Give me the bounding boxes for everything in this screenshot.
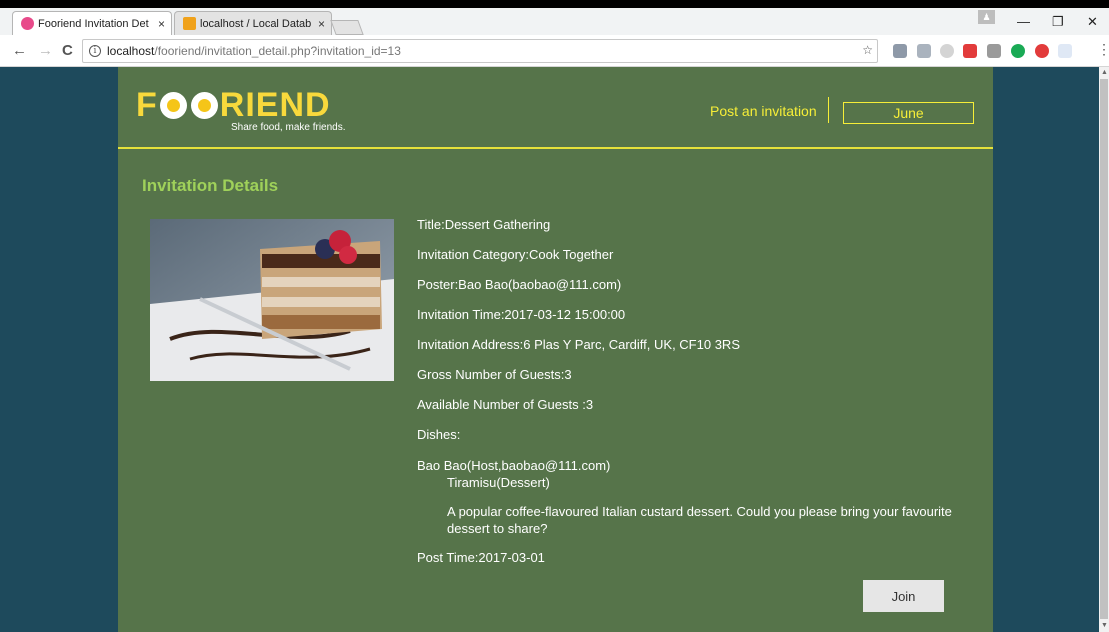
scroll-down-icon[interactable]: ▼	[1101, 622, 1108, 629]
restore-button[interactable]: ❐	[1052, 14, 1064, 30]
nav-divider	[828, 97, 829, 123]
extension-icon[interactable]	[1058, 44, 1072, 58]
info-icon[interactable]: i	[89, 45, 101, 57]
logo-text-left: F	[136, 86, 158, 124]
grammarly-extension-icon[interactable]	[1011, 44, 1025, 58]
profile-icon[interactable]: ♟	[978, 10, 995, 24]
dish-name: Tiramisu(Dessert)	[447, 475, 550, 490]
page-container: F RIEND Share food, make friends. Post a…	[118, 67, 993, 632]
reload-button[interactable]: C	[62, 42, 73, 59]
logo-tagline: Share food, make friends.	[231, 122, 346, 133]
back-button[interactable]: ←	[12, 42, 27, 59]
logo-text-right: RIEND	[219, 86, 331, 124]
tab-fooriend[interactable]: Fooriend Invitation Det ×	[12, 11, 172, 35]
dessert-image	[150, 219, 394, 381]
invitation-title: Title:Dessert Gathering	[417, 217, 551, 232]
scrollbar-thumb[interactable]	[1100, 79, 1108, 619]
phpmyadmin-favicon-icon	[183, 17, 196, 30]
invitation-category: Invitation Category:Cook Together	[417, 247, 614, 262]
close-window-button[interactable]: ✕	[1087, 14, 1098, 30]
close-tab-icon[interactable]: ×	[318, 17, 325, 31]
invitation-poster: Poster:Bao Bao(baobao@111.com)	[417, 277, 622, 292]
url-path: /fooriend/invitation_detail.php?invitati…	[154, 44, 401, 58]
header-divider	[118, 147, 993, 149]
gross-guests: Gross Number of Guests:3	[417, 367, 572, 382]
close-tab-icon[interactable]: ×	[158, 17, 165, 31]
window-top-strip	[0, 0, 1109, 8]
url-bar[interactable]: i localhost/fooriend/invitation_detail.p…	[82, 39, 878, 63]
pinterest-extension-icon[interactable]	[1035, 44, 1049, 58]
tab-bar: Fooriend Invitation Det × localhost / Lo…	[0, 8, 1109, 35]
post-time: Post Time:2017-03-01	[417, 550, 545, 565]
invitation-time: Invitation Time:2017-03-12 15:00:00	[417, 307, 626, 322]
page-scrollbar[interactable]: ▲ ▼	[1099, 67, 1109, 632]
scroll-up-icon[interactable]: ▲	[1101, 69, 1108, 76]
minimize-button[interactable]: —	[1017, 14, 1030, 29]
tab-title: Fooriend Invitation Det	[38, 17, 149, 30]
translate-extension-icon[interactable]	[893, 44, 907, 58]
url-host: localhost	[107, 44, 155, 58]
page-title: Invitation Details	[142, 176, 279, 195]
join-button[interactable]: Join	[863, 580, 944, 612]
available-guests: Available Number of Guests :3	[417, 397, 594, 412]
extension-icon[interactable]	[987, 44, 1001, 58]
extension-icon[interactable]	[917, 44, 931, 58]
bookmark-star-icon[interactable]: ☆	[862, 43, 873, 57]
fooriend-favicon-icon	[21, 17, 34, 30]
dish-description: A popular coffee-flavoured Italian custa…	[447, 504, 952, 536]
extension-icon[interactable]	[940, 44, 954, 58]
post-invitation-link[interactable]: Post an invitation	[710, 103, 817, 119]
dish-host: Bao Bao(Host,baobao@111.com)	[417, 458, 611, 473]
dish-photo	[150, 219, 394, 381]
tab-phpmyadmin[interactable]: localhost / Local Datab ×	[174, 11, 332, 35]
browser-menu-icon[interactable]: ⋮	[1097, 41, 1109, 58]
fooriend-logo[interactable]: F RIEND Share food, make friends.	[136, 88, 346, 133]
invitation-address: Invitation Address:6 Plas Y Parc, Cardif…	[417, 337, 740, 352]
forward-button[interactable]: →	[38, 42, 53, 59]
egg-icon	[190, 91, 218, 119]
new-tab-button[interactable]	[330, 20, 364, 35]
extension-icon[interactable]	[963, 44, 977, 58]
egg-icon	[159, 91, 187, 119]
user-menu-button[interactable]: June	[843, 102, 974, 124]
address-bar-row: ← → C i localhost/fooriend/invitation_de…	[0, 35, 1109, 67]
tab-title: localhost / Local Datab	[200, 17, 312, 30]
dishes-label: Dishes:	[417, 427, 461, 442]
